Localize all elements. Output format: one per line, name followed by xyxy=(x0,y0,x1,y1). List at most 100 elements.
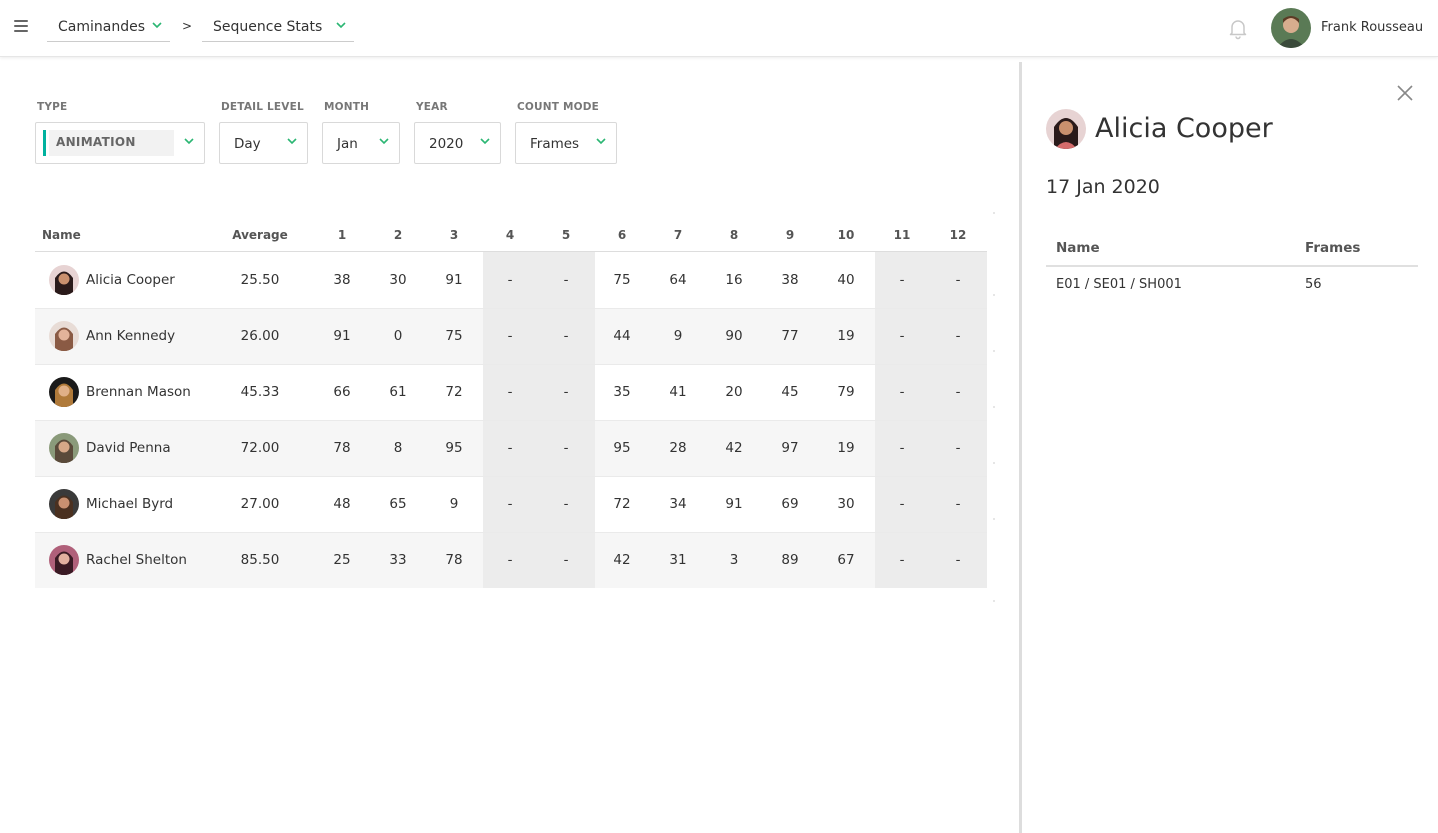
day-cell[interactable]: - xyxy=(882,496,922,512)
day-cell[interactable]: 44 xyxy=(602,328,642,344)
day-cell[interactable]: - xyxy=(490,440,530,456)
day-cell[interactable]: - xyxy=(546,272,586,288)
day-cell[interactable]: 8 xyxy=(378,440,418,456)
day-cell[interactable]: 72 xyxy=(434,384,474,400)
day-cell[interactable]: - xyxy=(546,384,586,400)
day-cell[interactable]: 69 xyxy=(770,496,810,512)
day-cell[interactable]: - xyxy=(546,496,586,512)
day-cell[interactable]: 95 xyxy=(434,440,474,456)
col-header-average[interactable]: Average xyxy=(225,228,295,242)
day-cell[interactable]: 0 xyxy=(378,328,418,344)
day-cell[interactable]: 79 xyxy=(826,384,866,400)
day-cell[interactable]: 34 xyxy=(658,496,698,512)
day-cell[interactable]: 33 xyxy=(378,552,418,568)
day-cell[interactable]: 38 xyxy=(770,272,810,288)
day-cell[interactable]: 89 xyxy=(770,552,810,568)
detail-level-select[interactable]: Day xyxy=(219,122,308,164)
day-cell[interactable]: 41 xyxy=(658,384,698,400)
day-cell[interactable]: 30 xyxy=(378,272,418,288)
day-cell[interactable]: 30 xyxy=(826,496,866,512)
day-cell[interactable]: 42 xyxy=(602,552,642,568)
close-icon[interactable] xyxy=(1394,82,1416,104)
day-cell[interactable]: - xyxy=(938,496,978,512)
day-cell[interactable]: 78 xyxy=(322,440,362,456)
day-cell[interactable]: 77 xyxy=(770,328,810,344)
col-header-day[interactable]: 12 xyxy=(938,228,978,242)
day-cell[interactable]: 9 xyxy=(434,496,474,512)
count-mode-select[interactable]: Frames xyxy=(515,122,617,164)
col-header-name[interactable]: Name xyxy=(42,228,81,242)
detail-shot-name[interactable]: E01 / SE01 / SH001 xyxy=(1056,277,1182,292)
col-header-day[interactable]: 7 xyxy=(658,228,698,242)
production-selector[interactable]: Caminandes xyxy=(47,14,170,42)
day-cell[interactable]: 72 xyxy=(602,496,642,512)
year-select[interactable]: 2020 xyxy=(414,122,501,164)
day-cell[interactable]: - xyxy=(938,440,978,456)
day-cell[interactable]: 35 xyxy=(602,384,642,400)
col-header-day[interactable]: 4 xyxy=(490,228,530,242)
day-cell[interactable]: - xyxy=(490,328,530,344)
user-avatar[interactable] xyxy=(1271,8,1311,48)
day-cell[interactable]: 91 xyxy=(714,496,754,512)
detail-level-label: DETAIL LEVEL xyxy=(221,101,304,113)
day-cell[interactable]: 95 xyxy=(602,440,642,456)
user-name[interactable]: Frank Rousseau xyxy=(1321,20,1423,35)
col-header-day[interactable]: 11 xyxy=(882,228,922,242)
day-cell[interactable]: - xyxy=(938,328,978,344)
day-cell[interactable]: - xyxy=(882,552,922,568)
bell-icon[interactable] xyxy=(1226,16,1250,40)
day-cell[interactable]: 61 xyxy=(378,384,418,400)
day-cell[interactable]: 75 xyxy=(602,272,642,288)
col-header-day[interactable]: 9 xyxy=(770,228,810,242)
day-cell[interactable]: 31 xyxy=(658,552,698,568)
day-cell[interactable]: 9 xyxy=(658,328,698,344)
day-cell[interactable]: 28 xyxy=(658,440,698,456)
day-cell[interactable]: - xyxy=(490,552,530,568)
day-cell[interactable]: 65 xyxy=(378,496,418,512)
day-cell[interactable]: - xyxy=(938,272,978,288)
col-header-day[interactable]: 6 xyxy=(602,228,642,242)
day-cell[interactable]: 19 xyxy=(826,440,866,456)
col-header-day[interactable]: 3 xyxy=(434,228,474,242)
day-cell[interactable]: 25 xyxy=(322,552,362,568)
day-cell[interactable]: 3 xyxy=(714,552,754,568)
day-cell[interactable]: 78 xyxy=(434,552,474,568)
col-header-day[interactable]: 10 xyxy=(826,228,866,242)
day-cell[interactable]: 19 xyxy=(826,328,866,344)
day-cell[interactable]: - xyxy=(882,440,922,456)
day-cell[interactable]: 16 xyxy=(714,272,754,288)
section-selector[interactable]: Sequence Stats xyxy=(202,14,354,42)
day-cell[interactable]: - xyxy=(546,328,586,344)
day-cell[interactable]: - xyxy=(882,272,922,288)
hamburger-icon[interactable] xyxy=(14,20,28,34)
day-cell[interactable]: 97 xyxy=(770,440,810,456)
day-cell[interactable]: 20 xyxy=(714,384,754,400)
day-cell[interactable]: 67 xyxy=(826,552,866,568)
day-cell[interactable]: 91 xyxy=(322,328,362,344)
day-cell[interactable]: 38 xyxy=(322,272,362,288)
day-cell[interactable]: 75 xyxy=(434,328,474,344)
day-cell[interactable]: 45 xyxy=(770,384,810,400)
day-cell[interactable]: - xyxy=(546,440,586,456)
month-select[interactable]: Jan xyxy=(322,122,400,164)
day-cell[interactable]: 91 xyxy=(434,272,474,288)
type-select[interactable]: ANIMATION xyxy=(35,122,205,164)
day-cell[interactable]: - xyxy=(938,552,978,568)
day-cell[interactable]: - xyxy=(490,384,530,400)
day-cell[interactable]: 66 xyxy=(322,384,362,400)
day-cell[interactable]: - xyxy=(546,552,586,568)
day-cell[interactable]: 48 xyxy=(322,496,362,512)
day-cell[interactable]: 42 xyxy=(714,440,754,456)
day-cell[interactable]: - xyxy=(938,384,978,400)
col-header-day[interactable]: 2 xyxy=(378,228,418,242)
day-cell[interactable]: - xyxy=(882,328,922,344)
day-cell[interactable]: - xyxy=(490,496,530,512)
col-header-day[interactable]: 5 xyxy=(546,228,586,242)
day-cell[interactable]: - xyxy=(882,384,922,400)
col-header-day[interactable]: 8 xyxy=(714,228,754,242)
day-cell[interactable]: 40 xyxy=(826,272,866,288)
col-header-day[interactable]: 1 xyxy=(322,228,362,242)
day-cell[interactable]: 64 xyxy=(658,272,698,288)
day-cell[interactable]: - xyxy=(490,272,530,288)
day-cell[interactable]: 90 xyxy=(714,328,754,344)
